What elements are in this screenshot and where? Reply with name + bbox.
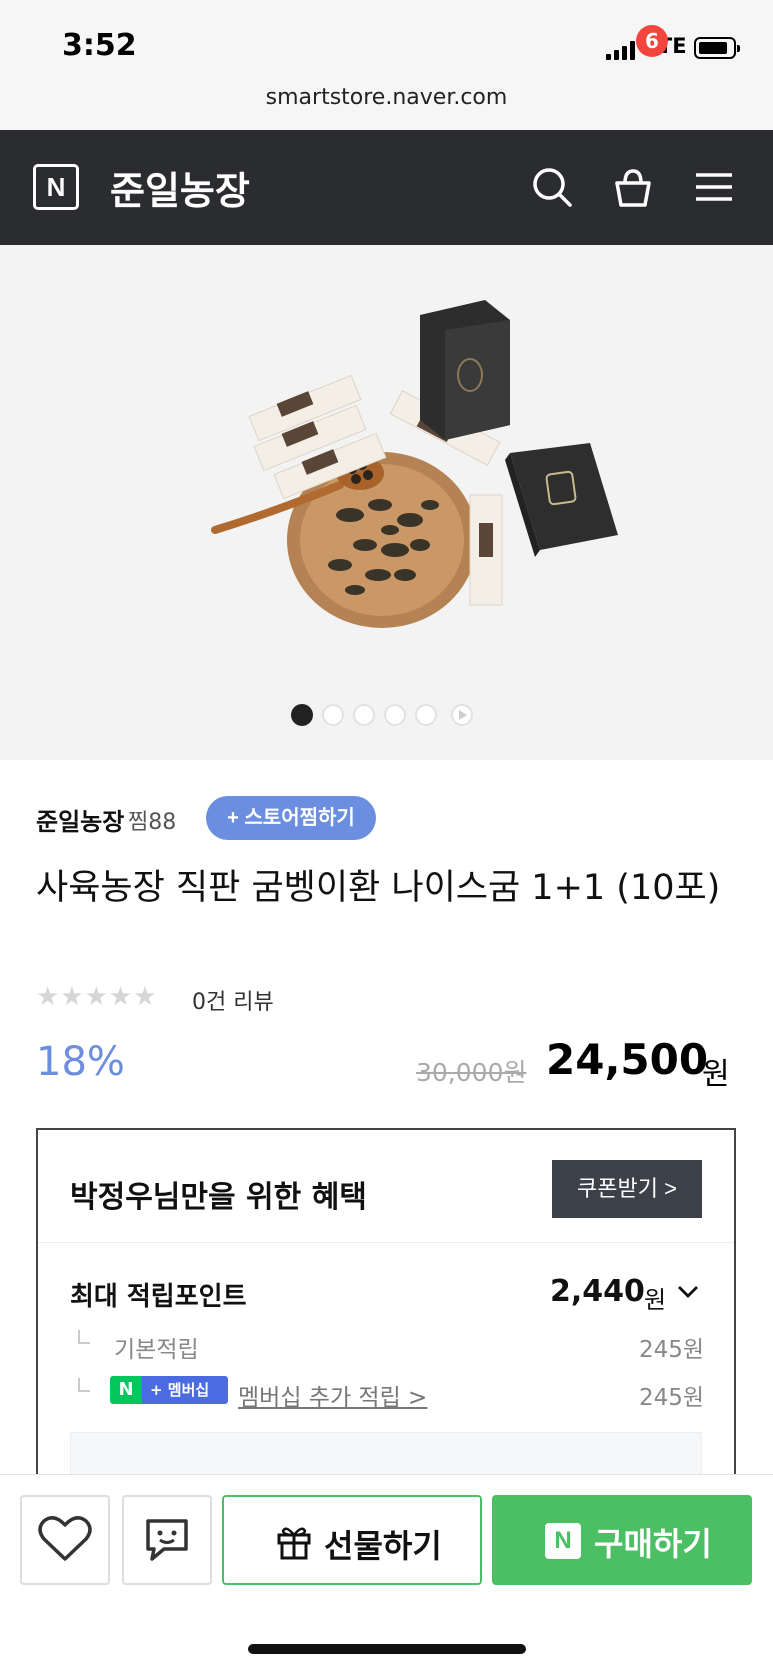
discount-rate: 18% bbox=[36, 1039, 125, 1085]
max-points-value: 2,440 bbox=[550, 1274, 645, 1309]
naver-pay-logo: N bbox=[545, 1523, 581, 1559]
chevron-down-icon[interactable] bbox=[676, 1280, 700, 1304]
carousel-dot[interactable] bbox=[415, 704, 437, 726]
store-header: N 준일농장 bbox=[0, 130, 773, 245]
carousel-dot[interactable] bbox=[291, 704, 313, 726]
store-follow-button[interactable]: + 스토어찜하기 bbox=[206, 796, 376, 840]
talktalk-button[interactable] bbox=[122, 1495, 212, 1585]
buy-button[interactable]: N 구매하기 bbox=[492, 1495, 752, 1585]
gift-icon bbox=[277, 1527, 311, 1560]
review-count-link[interactable]: 0건 리뷰 bbox=[192, 984, 274, 1016]
product-photo bbox=[0, 245, 773, 760]
basic-points-label: 기본적립 bbox=[114, 1337, 199, 1363]
wishlist-button[interactable] bbox=[20, 1495, 110, 1585]
heart-icon bbox=[38, 1516, 92, 1561]
naver-plus-membership-badge: N + 멤버십 bbox=[110, 1376, 228, 1404]
product-image[interactable] bbox=[0, 245, 773, 760]
membership-points-value: 245원 bbox=[638, 1385, 704, 1411]
wish-count: 찜88 bbox=[128, 810, 177, 835]
indent-marker bbox=[78, 1378, 90, 1392]
carousel-video-dot[interactable] bbox=[451, 704, 473, 726]
signal-icon bbox=[606, 40, 636, 60]
cart-icon[interactable] bbox=[609, 163, 657, 211]
store-title[interactable]: 준일농장 bbox=[110, 160, 250, 215]
image-carousel-dots bbox=[0, 704, 773, 728]
store-name-link[interactable]: 준일농장 bbox=[36, 802, 124, 837]
price-row: 18% 30,000원 24,500 원 bbox=[36, 1035, 736, 1095]
naver-logo[interactable]: N bbox=[33, 164, 79, 210]
basic-points-value: 245원 bbox=[638, 1337, 704, 1363]
rating-stars: ★★★★★ bbox=[36, 982, 158, 1012]
carousel-dot[interactable] bbox=[384, 704, 406, 726]
gift-button[interactable]: 선물하기 bbox=[222, 1495, 482, 1585]
membership-points-row: N + 멤버십 멤버십 추가 적립 > 245원 bbox=[70, 1376, 704, 1412]
search-icon[interactable] bbox=[528, 163, 576, 211]
indent-marker bbox=[78, 1330, 90, 1344]
store-info-row: 준일농장 찜88 + 스토어찜하기 bbox=[36, 796, 736, 842]
menu-icon[interactable] bbox=[690, 163, 738, 211]
sale-price: 24,500 bbox=[546, 1035, 709, 1084]
membership-badge-label: + 멤버십 bbox=[142, 1376, 228, 1404]
divider bbox=[38, 1242, 734, 1243]
chat-icon bbox=[146, 1519, 188, 1561]
coupon-button[interactable]: 쿠폰받기 > bbox=[552, 1160, 702, 1218]
gift-button-label: 선물하기 bbox=[324, 1527, 442, 1565]
url-bar[interactable]: smartstore.naver.com bbox=[0, 80, 773, 130]
product-title: 사육농장 직판 굼벵이환 나이스굼 1+1 (10포) bbox=[36, 868, 721, 908]
carousel-dot[interactable] bbox=[322, 704, 344, 726]
buy-button-label: 구매하기 bbox=[594, 1525, 712, 1563]
basic-points-row: 기본적립 245원 bbox=[70, 1330, 704, 1364]
membership-points-link[interactable]: 멤버십 추가 적립 > bbox=[238, 1378, 427, 1412]
url-text: smartstore.naver.com bbox=[265, 85, 508, 110]
status-time: 3:52 bbox=[62, 28, 137, 63]
max-points-label: 최대 적립포인트 bbox=[70, 1282, 247, 1312]
naver-n-logo: N bbox=[110, 1376, 142, 1404]
battery-icon bbox=[694, 37, 740, 59]
max-points-unit: 원 bbox=[644, 1286, 667, 1314]
home-indicator[interactable] bbox=[248, 1644, 526, 1654]
benefit-box: 박정우님만을 위한 혜택 쿠폰받기 > 최대 적립포인트 2,440 원 기본적… bbox=[36, 1128, 736, 1478]
cart-count-badge: 6 bbox=[636, 25, 668, 57]
rating-row: ★★★★★ 0건 리뷰 bbox=[36, 982, 536, 1015]
points-detail-panel bbox=[70, 1432, 702, 1478]
play-icon bbox=[459, 710, 467, 720]
carousel-dot[interactable] bbox=[353, 704, 375, 726]
benefit-title: 박정우님만을 위한 혜택 bbox=[70, 1180, 367, 1215]
price-currency: 원 bbox=[702, 1057, 730, 1092]
original-price: 30,000원 bbox=[416, 1058, 527, 1087]
